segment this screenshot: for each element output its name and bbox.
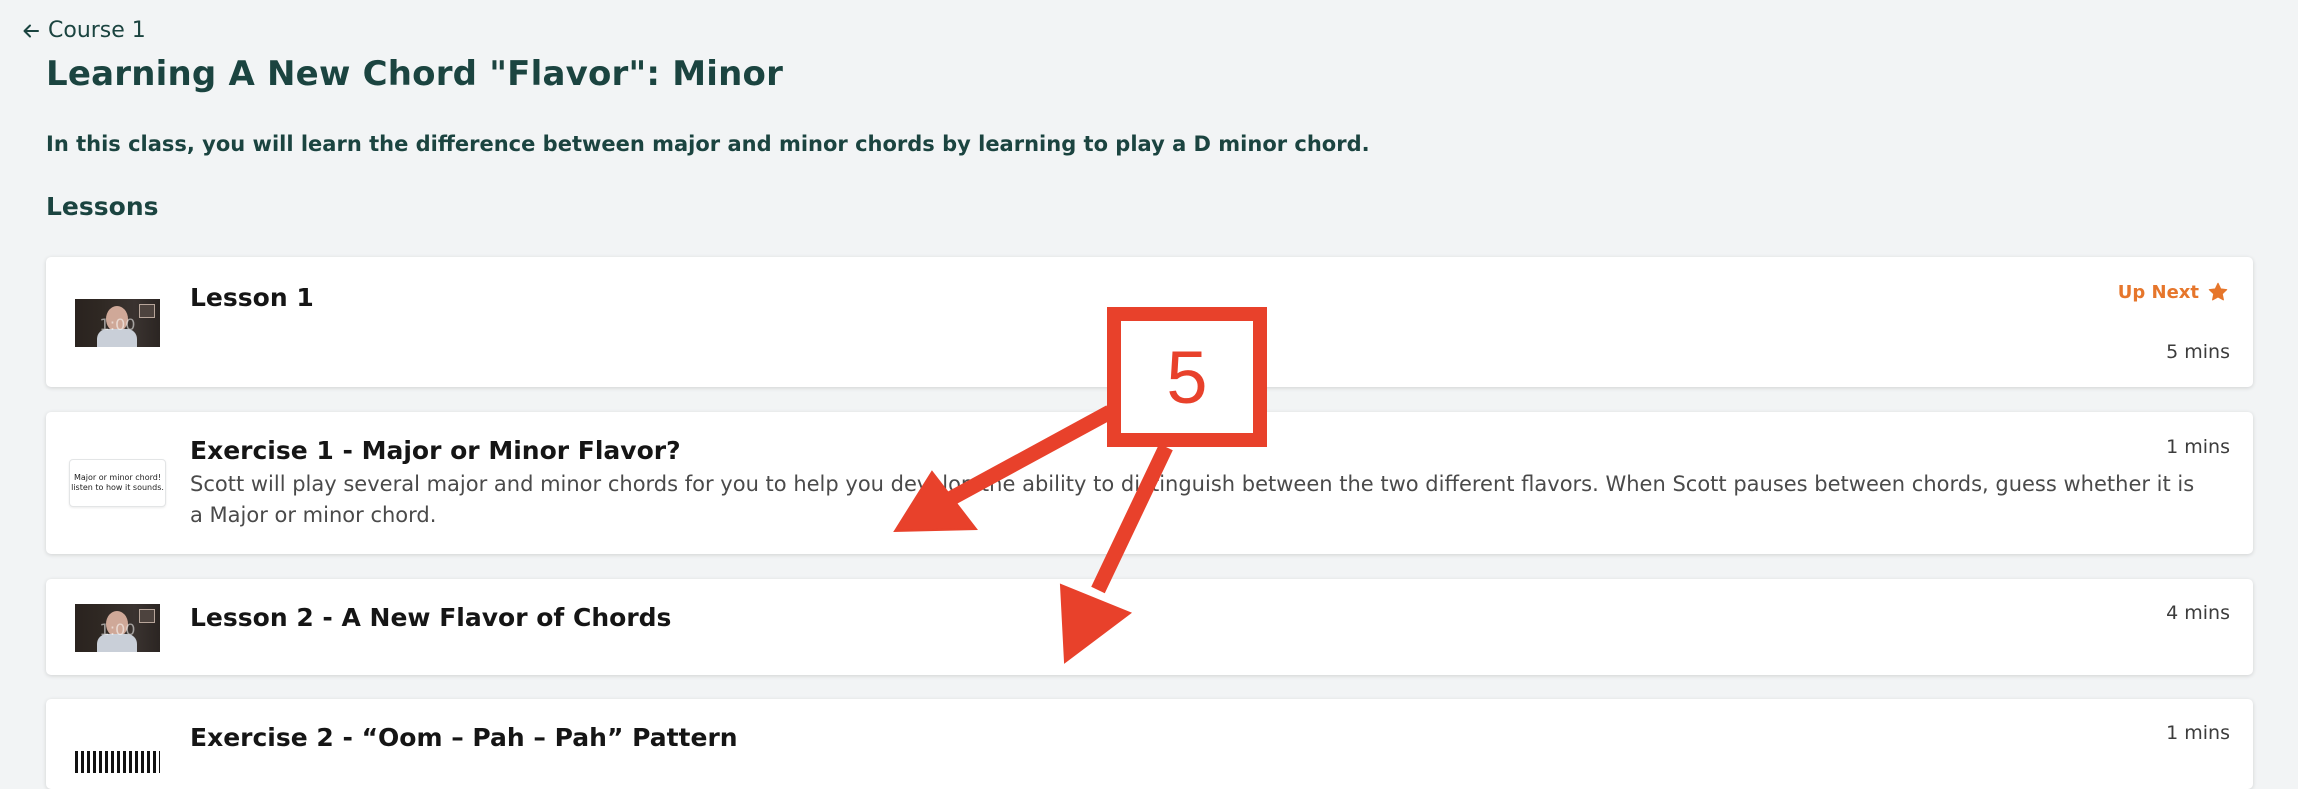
lesson-title: Lesson 1 xyxy=(190,283,314,312)
arrow-left-icon xyxy=(23,24,39,37)
lesson-duration: 1 mins xyxy=(2166,436,2230,458)
back-to-course-link[interactable]: Course 1 xyxy=(22,18,146,43)
exercise-thumbnail: Major or minor chord! listen to how it s… xyxy=(69,459,166,507)
annotation-number-callout: 5 xyxy=(1107,307,1267,447)
up-next-badge: Up Next xyxy=(2118,281,2229,303)
lesson-duration: 1 mins xyxy=(2166,722,2230,744)
lesson-duration: 5 mins xyxy=(2166,341,2230,363)
class-description: In this class, you will learn the differ… xyxy=(46,132,1370,156)
thumbnail-duration-overlay: 1:00 xyxy=(99,315,136,334)
page-title: Learning A New Chord "Flavor": Minor xyxy=(46,54,784,94)
star-icon xyxy=(2208,282,2228,301)
lessons-heading: Lessons xyxy=(46,192,159,221)
piano-keys-thumbnail xyxy=(75,725,160,773)
lesson-title: Exercise 2 - “Oom – Pah – Pah” Pattern xyxy=(190,723,738,752)
up-next-label: Up Next xyxy=(2117,281,2199,303)
lesson-thumbnail: 1:00 xyxy=(75,604,160,652)
lesson-card-exercise-2[interactable]: Exercise 2 - “Oom – Pah – Pah” Pattern 1… xyxy=(46,699,2253,789)
thumbnail-text-line-1: Major or minor chord! xyxy=(73,473,162,482)
lesson-description: Scott will play several major and minor … xyxy=(190,472,2195,527)
thumbnail-text-line-2: listen to how it sounds. xyxy=(71,483,164,492)
lesson-title: Lesson 2 - A New Flavor of Chords xyxy=(190,603,672,632)
annotation-number: 5 xyxy=(1166,335,1208,419)
lesson-thumbnail: 1:00 xyxy=(75,299,160,347)
thumbnail-duration-overlay: 1:00 xyxy=(99,620,136,639)
back-link-label: Course 1 xyxy=(48,18,146,43)
lesson-title: Exercise 1 - Major or Minor Flavor? xyxy=(190,436,681,465)
lesson-duration: 4 mins xyxy=(2166,602,2230,624)
lesson-card-lesson-2[interactable]: 1:00 Lesson 2 - A New Flavor of Chords 4… xyxy=(46,579,2253,675)
